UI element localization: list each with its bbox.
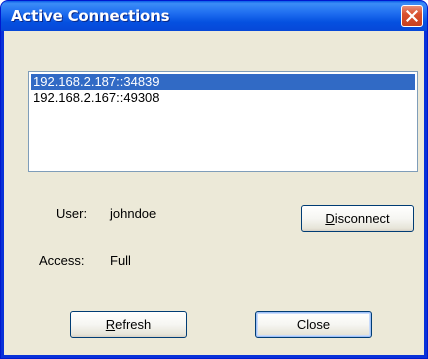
user-value: johndoe (110, 206, 157, 221)
disconnect-label: isconnect (334, 211, 390, 226)
close-label: Close (296, 317, 331, 332)
access-label: Access: (39, 253, 85, 268)
list-item[interactable]: 192.168.2.167::49308 (31, 90, 415, 106)
user-label: User: (56, 206, 88, 221)
dialog-window: Active Connections 192.168.2.187::34839 … (0, 0, 428, 359)
disconnect-button[interactable]: Disconnect (301, 205, 414, 232)
window-title: Active Connections (11, 7, 170, 25)
disconnect-mnemonic: D (325, 211, 335, 226)
list-item[interactable]: 192.168.2.187::34839 (31, 74, 415, 90)
title-bar[interactable]: Active Connections (1, 1, 427, 31)
close-icon (406, 10, 418, 22)
close-button[interactable]: Close (255, 311, 372, 338)
dialog-body: 192.168.2.187::34839 192.168.2.167::4930… (4, 31, 424, 355)
access-value: Full (110, 253, 131, 268)
close-window-button[interactable] (401, 5, 423, 27)
refresh-mnemonic: R (105, 317, 116, 332)
connections-list[interactable]: 192.168.2.187::34839 192.168.2.167::4930… (28, 71, 418, 172)
refresh-button[interactable]: Refresh (70, 311, 187, 338)
refresh-label: efresh (115, 317, 152, 332)
